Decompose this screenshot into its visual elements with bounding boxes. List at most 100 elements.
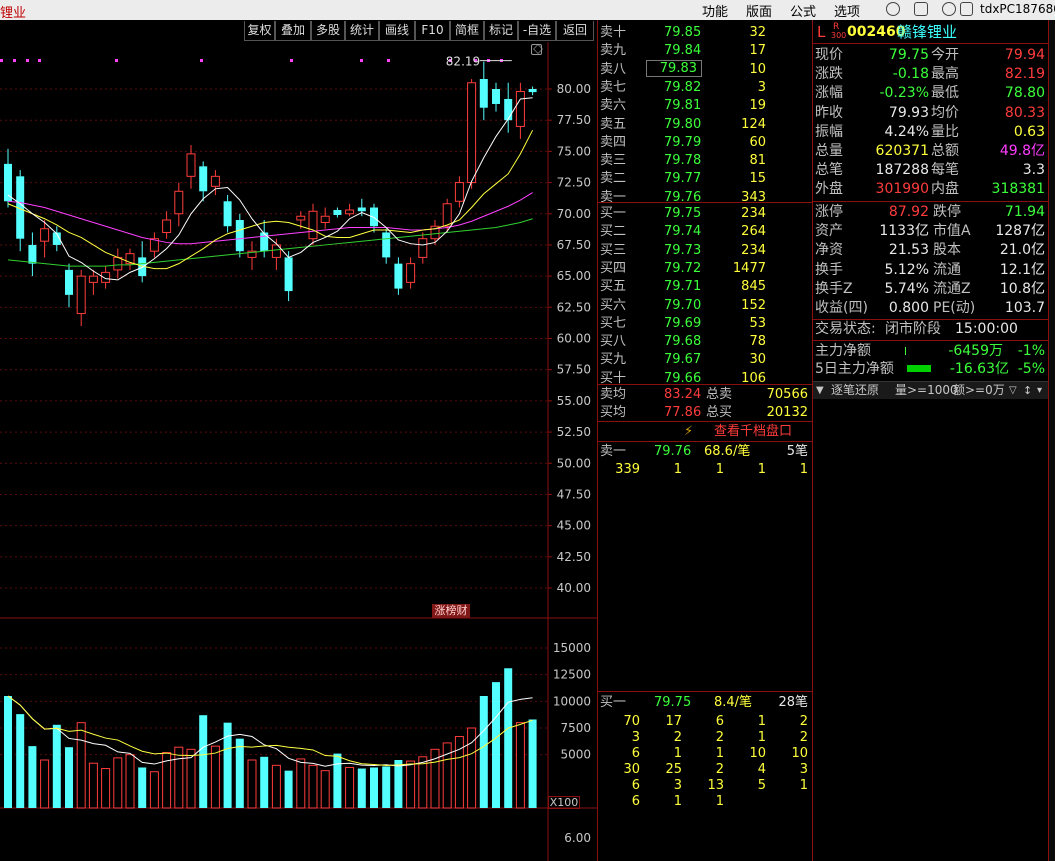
- fundamental-value: 0.800: [888, 300, 929, 316]
- quote-stat-label: 外盘: [815, 181, 843, 198]
- quote-stat-label: 涨幅: [815, 85, 843, 102]
- refresh-icon[interactable]: [886, 2, 900, 16]
- quote-stat-value: 49.8亿: [999, 143, 1045, 159]
- ask-level-volume: 17: [749, 43, 766, 59]
- quote-stat-value: 4.24%: [884, 123, 929, 140]
- ask-level-price[interactable]: 79.85: [664, 23, 701, 42]
- power-icon[interactable]: [942, 2, 956, 16]
- quote-stat-label: 内盘: [931, 181, 959, 198]
- volume-bar-down: [138, 767, 147, 808]
- stock-name[interactable]: 赣锋锂业: [897, 23, 957, 42]
- kline-chart[interactable]: 80.00 77.50 75.00 72.50 70.00 67.50 65.00 62.50…: [0, 42, 597, 861]
- volume-filter[interactable]: 量>=1000: [895, 382, 958, 399]
- bid-level-price[interactable]: 79.67: [664, 350, 701, 369]
- toolbar-overlay[interactable]: 叠加: [275, 21, 311, 41]
- price-tick-label: 70.00: [557, 207, 591, 221]
- window-icon[interactable]: [531, 44, 542, 55]
- bid-level-price[interactable]: 79.71: [664, 277, 701, 296]
- toolbar-back[interactable]: 返回: [556, 21, 594, 41]
- total-sell-value: 70566: [766, 387, 808, 402]
- trade-time: 15:00:00: [955, 321, 1018, 337]
- total-buy-label: 总买: [706, 405, 733, 420]
- amount-filter[interactable]: 额>=0万: [953, 382, 1005, 399]
- fundamental-value: 1133亿: [879, 223, 929, 240]
- quote-stat-value: 79.94: [1004, 47, 1045, 63]
- quote-stat-label: 最低: [931, 85, 959, 102]
- toolbar-draw-line[interactable]: 画线: [379, 21, 415, 41]
- phone-icon[interactable]: [914, 2, 928, 16]
- ask-level-price[interactable]: 79.79: [664, 133, 701, 152]
- price-tick-label: 65.00: [557, 269, 591, 283]
- volume-tick-label: 5000: [560, 748, 591, 762]
- menu-options[interactable]: 选项: [834, 1, 860, 20]
- quote-stat-value: 0.63: [1013, 123, 1045, 140]
- menu-layout[interactable]: 版面: [746, 1, 772, 20]
- ask-level-label: 卖九: [600, 43, 627, 59]
- avg-sell-value: 83.24: [664, 387, 702, 402]
- quote-stat-value: 3.3: [1022, 162, 1045, 179]
- bid-level-price[interactable]: 79.68: [664, 332, 701, 351]
- sort-icon[interactable]: ↕: [1023, 382, 1032, 399]
- fundamental-value: 12.1亿: [999, 261, 1045, 278]
- collapse-icon[interactable]: ▼: [816, 382, 824, 399]
- quote-stat-label: 总量: [815, 143, 843, 159]
- ask-level-price[interactable]: 79.81: [664, 96, 701, 115]
- ask1-detail-label: 卖一: [600, 444, 627, 459]
- ask-level-price[interactable]: 79.82: [664, 78, 701, 97]
- ask-level-volume: 15: [749, 171, 766, 187]
- signal-marker: [360, 59, 363, 62]
- bid-level-volume: 845: [741, 279, 766, 295]
- rank-badge[interactable]: 涨榜财: [432, 604, 470, 618]
- volume-bar-down: [260, 756, 269, 808]
- bid1-order-size: 1: [799, 778, 808, 793]
- view-depth-button[interactable]: 查看千档盘口: [714, 422, 792, 441]
- tick-restore-label[interactable]: 逐笔还原: [831, 382, 879, 399]
- price-tick-label: 50.00: [557, 456, 591, 470]
- bid-level-price[interactable]: 79.70: [664, 296, 701, 315]
- mail-icon[interactable]: [960, 2, 973, 16]
- bid-level-price[interactable]: 79.74: [664, 222, 701, 241]
- signal-marker: [0, 59, 3, 62]
- toolbar-restore-rights[interactable]: 复权: [244, 21, 275, 41]
- candle-body-down: [4, 163, 12, 202]
- toolbar-simple-frame[interactable]: 简框: [450, 21, 484, 41]
- menu-function[interactable]: 功能: [702, 1, 728, 20]
- bid-level-price[interactable]: 79.75: [664, 204, 701, 223]
- filter-icon[interactable]: ▽: [1009, 382, 1017, 399]
- ask-level-price[interactable]: 79.83: [646, 59, 702, 77]
- dropdown-icon[interactable]: ▾: [1037, 382, 1042, 399]
- ask-level-volume: 19: [749, 98, 766, 114]
- volume-ma5-line: [7, 695, 533, 767]
- toolbar-f10[interactable]: F10: [415, 21, 450, 41]
- menu-formula[interactable]: 公式: [790, 1, 816, 20]
- candle-body-up: [515, 90, 525, 127]
- quote-stat-label: 总笔: [815, 162, 843, 179]
- toolbar-statistics[interactable]: 统计: [345, 21, 379, 41]
- quote-stat-value: -0.23%: [879, 85, 929, 102]
- ma5-line: [7, 97, 533, 281]
- listing-flag: L: [817, 23, 826, 41]
- ask-level-volume: 10: [749, 61, 766, 77]
- fundamental-label: 涨停: [815, 204, 843, 220]
- ask1-order-size: 1: [757, 462, 766, 477]
- total-buy-value: 20132: [766, 405, 808, 420]
- ask-level-price[interactable]: 79.84: [664, 41, 701, 60]
- toolbar-multi-stock[interactable]: 多股: [311, 21, 345, 41]
- bid-level-price[interactable]: 79.69: [664, 314, 701, 333]
- bid-level-price[interactable]: 79.72: [664, 259, 701, 278]
- quote-stat-label: 今开: [931, 47, 959, 63]
- bid1-order-size: 1: [673, 794, 682, 809]
- bid-level-price[interactable]: 79.73: [664, 241, 701, 260]
- price-tick-label: 40.00: [557, 581, 591, 595]
- toolbar-mark[interactable]: 标记: [484, 21, 518, 41]
- volume-tick-label: 10000: [553, 694, 591, 708]
- ask-level-price[interactable]: 79.78: [664, 151, 701, 170]
- volume-bar-down: [382, 766, 391, 808]
- bid-level-volume: 234: [741, 206, 766, 221]
- ask-level-price[interactable]: 79.80: [664, 115, 701, 134]
- volume-bar-down: [357, 768, 366, 808]
- volume-bar-up: [101, 768, 111, 809]
- ask-level-price[interactable]: 79.77: [664, 169, 701, 188]
- toolbar-remove-favorite[interactable]: -自选: [518, 21, 556, 41]
- volume-bar-down: [394, 760, 403, 808]
